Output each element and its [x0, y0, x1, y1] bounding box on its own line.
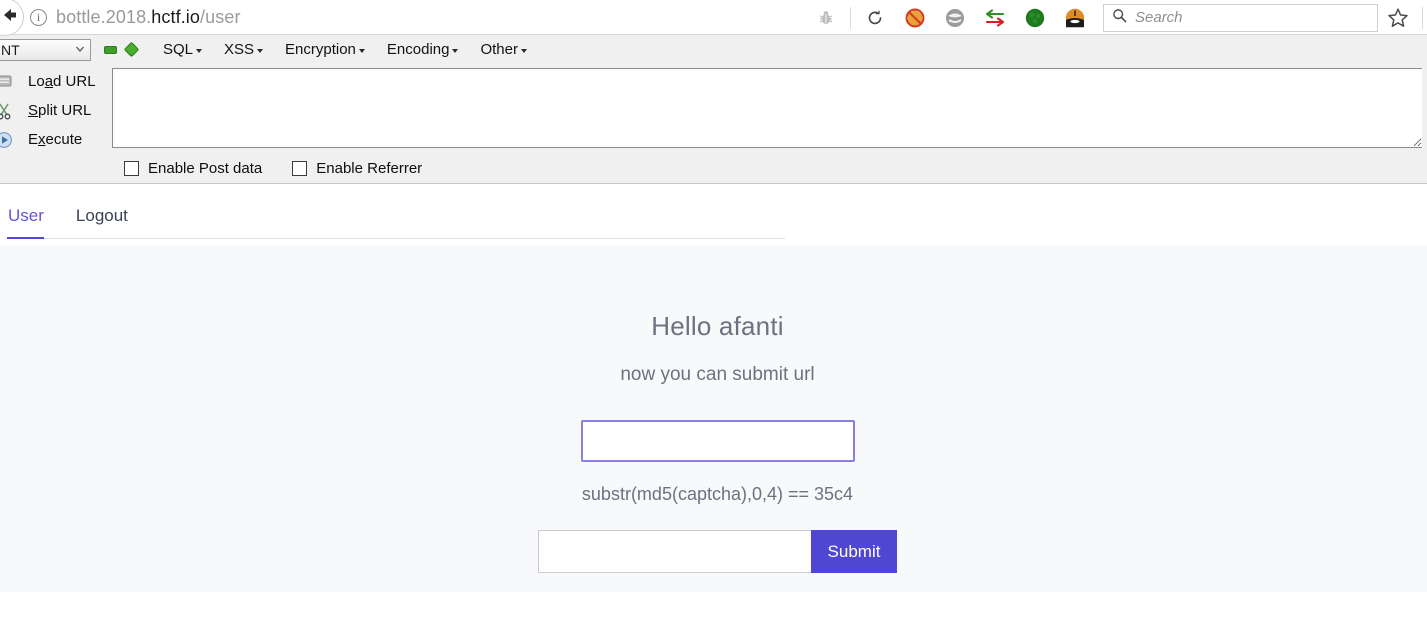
caret-down-icon	[520, 49, 527, 53]
execute-label: Execute	[28, 131, 82, 148]
captcha-input[interactable]	[580, 420, 855, 462]
reload-icon[interactable]	[860, 3, 890, 33]
hackbar-panel: NT SQL XSS Encryption Encoding Other Loa…	[0, 35, 1427, 184]
url-prefix: bottle.2018.	[56, 6, 152, 27]
tab-logout-label: Logout	[75, 206, 128, 225]
split-url-label-post: plit URL	[38, 102, 92, 119]
search-placeholder: Search	[1135, 9, 1183, 26]
hackbar-action-list: Load URL Split URL Execute	[0, 64, 112, 154]
toolbar-divider-2	[1422, 6, 1423, 29]
url-text: bottle.2018.hctf.io/user	[56, 7, 241, 28]
hackbar-menu-sql-label: SQL	[163, 41, 194, 58]
load-url-label-post: d URL	[53, 73, 96, 90]
caret-down-icon	[452, 49, 459, 53]
address-bar[interactable]: i bottle.2018.hctf.io/user	[30, 7, 241, 28]
back-button[interactable]	[0, 0, 24, 36]
hackbar-menu-encryption[interactable]: Encryption	[285, 41, 365, 58]
star-icon[interactable]	[1383, 3, 1413, 33]
url-input[interactable]	[538, 530, 811, 573]
split-url-icon	[0, 100, 18, 122]
nav-tabs: User Logout	[7, 206, 785, 239]
page-title: Hello afanti	[651, 311, 784, 341]
tab-user[interactable]: User	[7, 206, 52, 239]
page-viewport: User Logout Hello afanti now you can sub…	[0, 184, 1427, 592]
execute-button[interactable]: Execute	[0, 125, 112, 154]
tab-logout[interactable]: Logout	[76, 206, 136, 238]
hackbar-type-select[interactable]: NT	[0, 38, 91, 61]
hackbar-menu-encoding[interactable]: Encoding	[387, 41, 459, 58]
orange-extension-icon[interactable]	[1060, 3, 1090, 33]
page-tabbar: User Logout	[0, 184, 1427, 246]
hackbar-menu-encryption-label: Encryption	[285, 41, 356, 58]
caret-down-icon	[196, 49, 203, 53]
bug-icon[interactable]	[811, 3, 841, 33]
proxy-switcher-icon[interactable]	[980, 3, 1010, 33]
captcha-hint: substr(md5(captcha),0,4) == 35c4	[581, 484, 854, 504]
execute-label-accel: x	[38, 131, 46, 148]
hackbar-menu-other-label: Other	[480, 41, 518, 58]
execute-icon	[0, 129, 18, 151]
enable-referrer-label: Enable Referrer	[316, 159, 423, 177]
enable-post-data-label: Enable Post data	[148, 159, 263, 177]
submit-button[interactable]: Submit	[811, 530, 897, 573]
green-extension-icon[interactable]	[1020, 3, 1050, 33]
split-url-label-accel: S	[28, 102, 39, 119]
hackbar-menus: SQL XSS Encryption Encoding Other	[163, 41, 527, 58]
hackbar-menu-row: NT SQL XSS Encryption Encoding Other	[0, 35, 1427, 64]
split-url-label: Split URL	[28, 102, 91, 119]
url-domain: hctf.io	[151, 6, 201, 27]
back-arrow-icon	[0, 5, 19, 30]
hackbar-input-column: Enable Post data Enable Referrer	[112, 64, 1427, 183]
hackbar-url-textarea[interactable]	[112, 68, 1422, 148]
toolbar-divider	[850, 6, 851, 29]
enable-referrer-checkbox[interactable]: Enable Referrer	[292, 160, 422, 177]
hackbar-quick-icons	[104, 41, 140, 58]
load-url-icon	[0, 71, 18, 93]
caret-down-icon	[358, 49, 365, 53]
hackbar-type-select-value: NT	[1, 41, 20, 58]
page-content: Hello afanti now you can submit url subs…	[0, 246, 1427, 592]
caret-down-icon	[257, 49, 264, 53]
green-pill-icon[interactable]	[104, 45, 117, 54]
load-url-button[interactable]: Load URL	[0, 67, 112, 96]
browser-search-box[interactable]: Search	[1103, 3, 1378, 32]
wappalyzer-icon[interactable]	[940, 3, 970, 33]
browser-toolbar: i bottle.2018.hctf.io/user Search	[0, 0, 1427, 36]
hackbar-menu-sql[interactable]: SQL	[163, 41, 203, 58]
checkbox-box[interactable]	[124, 160, 139, 176]
hackbar-menu-xss[interactable]: XSS	[224, 41, 264, 58]
load-url-label-pre: Lo	[28, 73, 45, 90]
hackbar-menu-xss-label: XSS	[224, 41, 255, 58]
browser-extension-tray: Search	[806, 0, 1427, 35]
load-url-label: Load URL	[28, 73, 96, 90]
site-info-icon[interactable]: i	[30, 8, 47, 26]
page-subtitle: now you can submit url	[620, 364, 815, 385]
execute-label-post: ecute	[45, 131, 83, 148]
split-url-button[interactable]: Split URL	[0, 96, 112, 125]
search-icon	[1112, 8, 1127, 28]
green-diamond-icon[interactable]	[123, 41, 140, 58]
checkbox-box[interactable]	[292, 160, 308, 176]
url-suffix: /user	[200, 6, 241, 27]
enable-post-data-checkbox[interactable]: Enable Post data	[124, 160, 262, 177]
hackbar-menu-other[interactable]: Other	[480, 41, 527, 58]
chevron-down-icon	[74, 42, 86, 58]
tab-user-label: User	[8, 206, 44, 225]
noscript-icon[interactable]	[900, 3, 930, 33]
hackbar-options: Enable Post data Enable Referrer	[112, 153, 1427, 183]
execute-label-pre: E	[28, 131, 39, 148]
hackbar-menu-encoding-label: Encoding	[386, 41, 450, 58]
load-url-label-accel: a	[44, 73, 54, 90]
hackbar-body: Load URL Split URL Execute Enable Post d…	[0, 64, 1427, 183]
url-submit-row: Submit	[8, 530, 1427, 573]
